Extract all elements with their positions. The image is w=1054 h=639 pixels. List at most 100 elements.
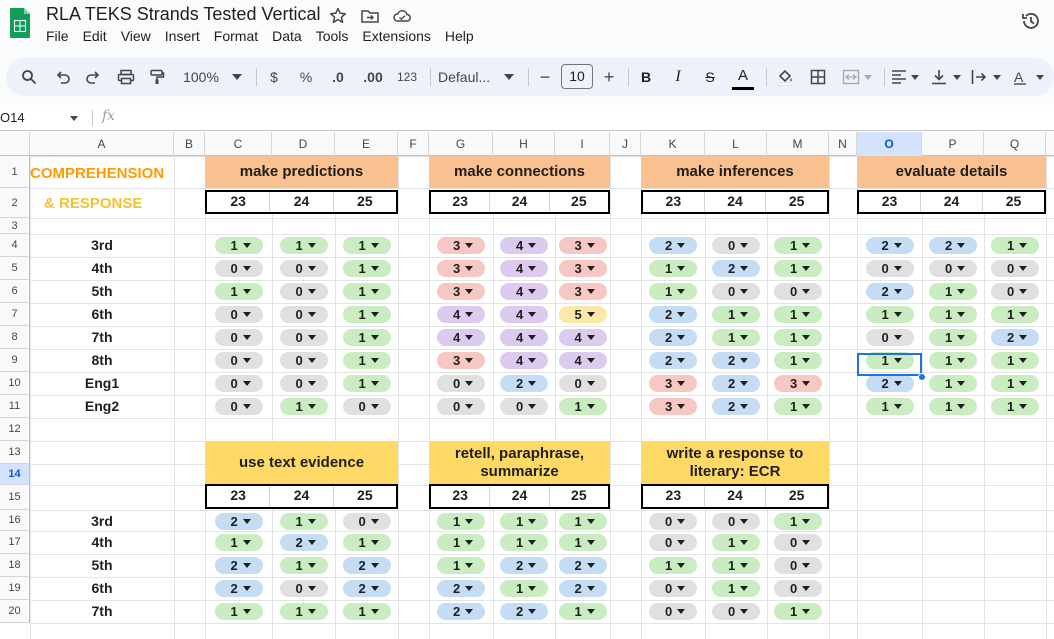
redo-icon[interactable]	[82, 58, 104, 96]
font-family-select[interactable]: Defaul...	[438, 58, 504, 96]
column-header-q[interactable]: Q	[984, 132, 1046, 156]
value-chip[interactable]: 0	[712, 237, 760, 254]
bold-button[interactable]: B	[636, 58, 656, 96]
selected-cell-o14[interactable]	[857, 353, 922, 376]
value-chip[interactable]: 0	[865, 329, 914, 346]
value-chip[interactable]: 1	[279, 398, 328, 415]
column-header-k[interactable]: K	[641, 132, 705, 156]
value-chip[interactable]: 1	[991, 375, 1039, 392]
value-chip[interactable]: 2	[558, 580, 607, 597]
column-header-j[interactable]: J	[610, 132, 641, 156]
year-cell[interactable]: 23	[431, 486, 491, 507]
value-chip[interactable]: 2	[437, 580, 485, 597]
value-chip[interactable]: 1	[712, 534, 760, 551]
value-chip[interactable]: 2	[865, 375, 914, 392]
value-chip[interactable]: 2	[437, 603, 485, 620]
value-chip[interactable]: 1	[558, 534, 607, 551]
decrease-decimal-button[interactable]: .0	[326, 58, 350, 96]
value-chip[interactable]: 1	[342, 237, 391, 254]
value-chip[interactable]: 2	[865, 237, 914, 254]
value-chip[interactable]: 4	[500, 237, 548, 254]
zoom-select[interactable]: 100%	[178, 58, 224, 96]
value-chip[interactable]: 4	[558, 329, 607, 346]
value-chip[interactable]: 0	[774, 557, 822, 574]
value-chip[interactable]: 2	[500, 603, 548, 620]
value-chip[interactable]: 0	[649, 534, 697, 551]
row-header-7[interactable]: 7	[0, 303, 30, 326]
value-chip[interactable]: 1	[437, 557, 485, 574]
value-chip[interactable]: 0	[437, 375, 485, 392]
row-header-8[interactable]: 8	[0, 326, 30, 349]
menu-extensions[interactable]: Extensions	[362, 28, 438, 48]
value-chip[interactable]: 1	[342, 534, 391, 551]
italic-button[interactable]: I	[668, 58, 688, 96]
year-cell[interactable]: 25	[766, 192, 827, 212]
value-chip[interactable]: 0	[712, 603, 760, 620]
value-chip[interactable]: 1	[991, 352, 1039, 369]
value-chip[interactable]: 1	[214, 603, 263, 620]
value-chip[interactable]: 4	[500, 283, 548, 300]
value-chip[interactable]: 1	[342, 283, 391, 300]
name-box-chevron-down-icon[interactable]	[70, 116, 78, 121]
value-chip[interactable]: 1	[774, 513, 822, 530]
value-chip[interactable]: 1	[774, 603, 822, 620]
value-chip[interactable]: 1	[929, 329, 977, 346]
name-box[interactable]: O14	[0, 108, 80, 128]
year-cell[interactable]: 24	[490, 486, 550, 507]
value-chip[interactable]: 4	[500, 306, 548, 323]
value-chip[interactable]: 1	[774, 352, 822, 369]
year-cell[interactable]: 25	[334, 486, 396, 507]
value-chip[interactable]: 4	[500, 329, 548, 346]
value-chip[interactable]: 1	[649, 260, 697, 277]
year-cell[interactable]: 24	[705, 192, 767, 212]
value-chip[interactable]: 0	[558, 375, 607, 392]
value-chip[interactable]: 1	[774, 329, 822, 346]
spreadsheet-grid[interactable]: ABCDEFGHIJKLMNOPQ 1 2 3 4 5 6 7 8 9 10 11 12 13 14 15 1…	[0, 132, 1054, 639]
value-chip[interactable]: 0	[712, 283, 760, 300]
row-header-2[interactable]: 2	[0, 188, 30, 218]
row-header-19[interactable]: 19	[0, 577, 30, 600]
value-chip[interactable]: 2	[649, 237, 697, 254]
menu-insert[interactable]: Insert	[165, 28, 208, 48]
paint-format-icon[interactable]	[146, 58, 168, 96]
strikethrough-button[interactable]: S	[700, 58, 720, 96]
row-header-16[interactable]: 16	[0, 510, 30, 531]
value-chip[interactable]: 3	[437, 260, 485, 277]
cloud-saved-icon[interactable]	[392, 6, 412, 26]
value-chip[interactable]: 2	[214, 557, 263, 574]
move-to-folder-icon[interactable]	[360, 6, 380, 26]
value-chip[interactable]: 3	[649, 375, 697, 392]
value-chip[interactable]: 0	[649, 580, 697, 597]
value-chip[interactable]: 4	[437, 329, 485, 346]
more-formats-button[interactable]: 123	[394, 58, 420, 96]
value-chip[interactable]: 1	[214, 534, 263, 551]
value-chip[interactable]: 0	[774, 580, 822, 597]
year-cell[interactable]: 25	[334, 192, 396, 212]
year-cell[interactable]: 23	[207, 192, 271, 212]
row-header-18[interactable]: 18	[0, 554, 30, 577]
horizontal-align-icon[interactable]	[890, 58, 922, 96]
row-header-14[interactable]: 14	[0, 464, 30, 485]
row-header-12[interactable]: 12	[0, 418, 30, 441]
value-chip[interactable]: 0	[214, 398, 263, 415]
value-chip[interactable]: 1	[929, 352, 977, 369]
value-chip[interactable]: 2	[500, 375, 548, 392]
value-chip[interactable]: 1	[774, 237, 822, 254]
value-chip[interactable]: 1	[342, 306, 391, 323]
value-chip[interactable]: 3	[558, 283, 607, 300]
select-all-corner[interactable]	[0, 132, 30, 156]
value-chip[interactable]: 1	[774, 398, 822, 415]
row-header-11[interactable]: 11	[0, 395, 30, 418]
value-chip[interactable]: 1	[865, 398, 914, 415]
value-chip[interactable]: 0	[279, 375, 328, 392]
year-cell[interactable]: 24	[921, 192, 983, 212]
value-chip[interactable]: 1	[279, 513, 328, 530]
value-chip[interactable]: 0	[865, 260, 914, 277]
value-chip[interactable]: 0	[649, 603, 697, 620]
text-rotation-icon[interactable]: A	[1010, 58, 1050, 96]
row-header-1[interactable]: 1	[0, 156, 30, 188]
value-chip[interactable]: 1	[558, 513, 607, 530]
column-header-l[interactable]: L	[705, 132, 767, 156]
value-chip[interactable]: 0	[342, 398, 391, 415]
value-chip[interactable]: 0	[214, 306, 263, 323]
